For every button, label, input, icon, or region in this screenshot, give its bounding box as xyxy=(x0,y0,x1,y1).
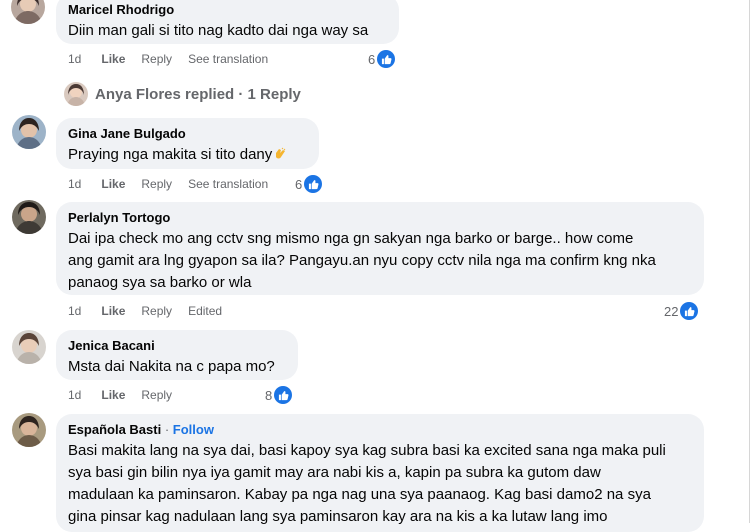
avatar[interactable] xyxy=(11,0,45,24)
reaction-count: 6 xyxy=(295,176,303,192)
avatar[interactable] xyxy=(12,200,46,234)
like-button[interactable]: Like xyxy=(101,387,125,403)
comment-text-line: Basi makita lang na sya dai, basi kapoy … xyxy=(68,442,666,459)
thumbs-up-icon xyxy=(680,302,699,320)
comment-author[interactable]: Maricel Rhodrigo xyxy=(68,1,387,18)
reply-button[interactable]: Reply xyxy=(141,303,172,319)
separator-dot: · xyxy=(164,422,170,437)
avatar[interactable] xyxy=(12,330,46,364)
reply-button[interactable]: Reply xyxy=(141,176,172,192)
reaction-summary[interactable]: 6 xyxy=(295,175,323,193)
comment-text: Diin man gali si tito nag kadto dai nga … xyxy=(68,22,369,39)
comment-actions: 1d Like Reply See translation xyxy=(68,176,284,192)
avatar[interactable] xyxy=(12,413,46,447)
view-replies-link[interactable]: Anya Flores replied · 1 Reply xyxy=(64,82,301,106)
reply-button[interactable]: Reply xyxy=(141,51,172,67)
like-button[interactable]: Like xyxy=(101,51,125,67)
comment-text: Basi makita lang na sya dai, basi kapoy … xyxy=(68,440,692,528)
comment-actions: 1d Like Reply xyxy=(68,387,188,403)
comment-time[interactable]: 1d xyxy=(68,176,81,192)
comment-time[interactable]: 1d xyxy=(68,51,81,67)
comment-author[interactable]: Jenica Bacani xyxy=(68,337,286,354)
thumbs-up-icon xyxy=(377,50,396,68)
thumbs-up-icon xyxy=(274,386,293,404)
comment-actions: 1d Like Reply Edited xyxy=(68,303,238,319)
comment-bubble: Española Basti · Follow Basi makita lang… xyxy=(56,414,704,532)
reaction-count: 22 xyxy=(664,303,679,319)
comment-thread: Maricel Rhodrigo Diin man gali si tito n… xyxy=(0,0,750,532)
comment-bubble: Jenica Bacani Msta dai Nakita na c papa … xyxy=(56,330,298,380)
comment-actions: 1d Like Reply See translation xyxy=(68,51,284,67)
comment-text: Msta dai Nakita na c papa mo? xyxy=(68,358,275,375)
comment-header: Española Basti · Follow xyxy=(68,421,692,438)
like-button[interactable]: Like xyxy=(101,176,125,192)
comment-text-line: panaog sya sa barko or wla xyxy=(68,274,252,291)
reaction-summary[interactable]: 8 xyxy=(265,386,293,404)
reaction-summary[interactable]: 22 xyxy=(664,302,699,320)
edited-label: Edited xyxy=(188,304,223,318)
like-button[interactable]: Like xyxy=(101,303,125,319)
comment-text-line: gina pinsar kag nadulaan lang sya pamins… xyxy=(68,508,608,525)
avatar[interactable] xyxy=(12,115,46,149)
comment-bubble: Gina Jane Bulgado Praying nga makita si … xyxy=(56,118,319,169)
see-translation-link[interactable]: See translation xyxy=(188,51,268,67)
reaction-count: 6 xyxy=(368,51,376,67)
comment-author[interactable]: Española Basti xyxy=(68,422,161,437)
see-translation-link[interactable]: See translation xyxy=(188,176,268,192)
reaction-summary[interactable]: 6 xyxy=(368,50,396,68)
comment-author[interactable]: Perlalyn Tortogo xyxy=(68,209,692,226)
comment-text-line: Dai ipa check mo ang cctv sng mismo nga … xyxy=(68,230,634,247)
reaction-count: 8 xyxy=(265,387,273,403)
comment-text-line: ang gamit ara lng gyapon sa ila? Pangayu… xyxy=(68,252,656,269)
reply-summary-text: Anya Flores replied · 1 Reply xyxy=(95,85,301,103)
comment-time[interactable]: 1d xyxy=(68,387,81,403)
comment-bubble: Perlalyn Tortogo Dai ipa check mo ang cc… xyxy=(56,202,704,295)
comment-text-content: Praying nga makita si tito dany xyxy=(68,146,273,163)
comment-text-line: madulaan ka paminsaron. Kabay pa nga nag… xyxy=(68,486,651,503)
comment-text: Praying nga makita si tito dany xyxy=(68,144,307,166)
comment-text-line: sya basi gin bilin nya iya gamit may ara… xyxy=(68,464,601,481)
comment-text: Dai ipa check mo ang cctv sng mismo nga … xyxy=(68,228,692,294)
comment-time[interactable]: 1d xyxy=(68,303,81,319)
reply-button[interactable]: Reply xyxy=(141,387,172,403)
follow-button[interactable]: Follow xyxy=(173,422,214,437)
clapping-hands-icon xyxy=(276,147,286,159)
comment-bubble: Maricel Rhodrigo Diin man gali si tito n… xyxy=(56,0,399,44)
comment-author[interactable]: Gina Jane Bulgado xyxy=(68,125,307,142)
thumbs-up-icon xyxy=(304,175,323,193)
avatar xyxy=(64,82,88,106)
